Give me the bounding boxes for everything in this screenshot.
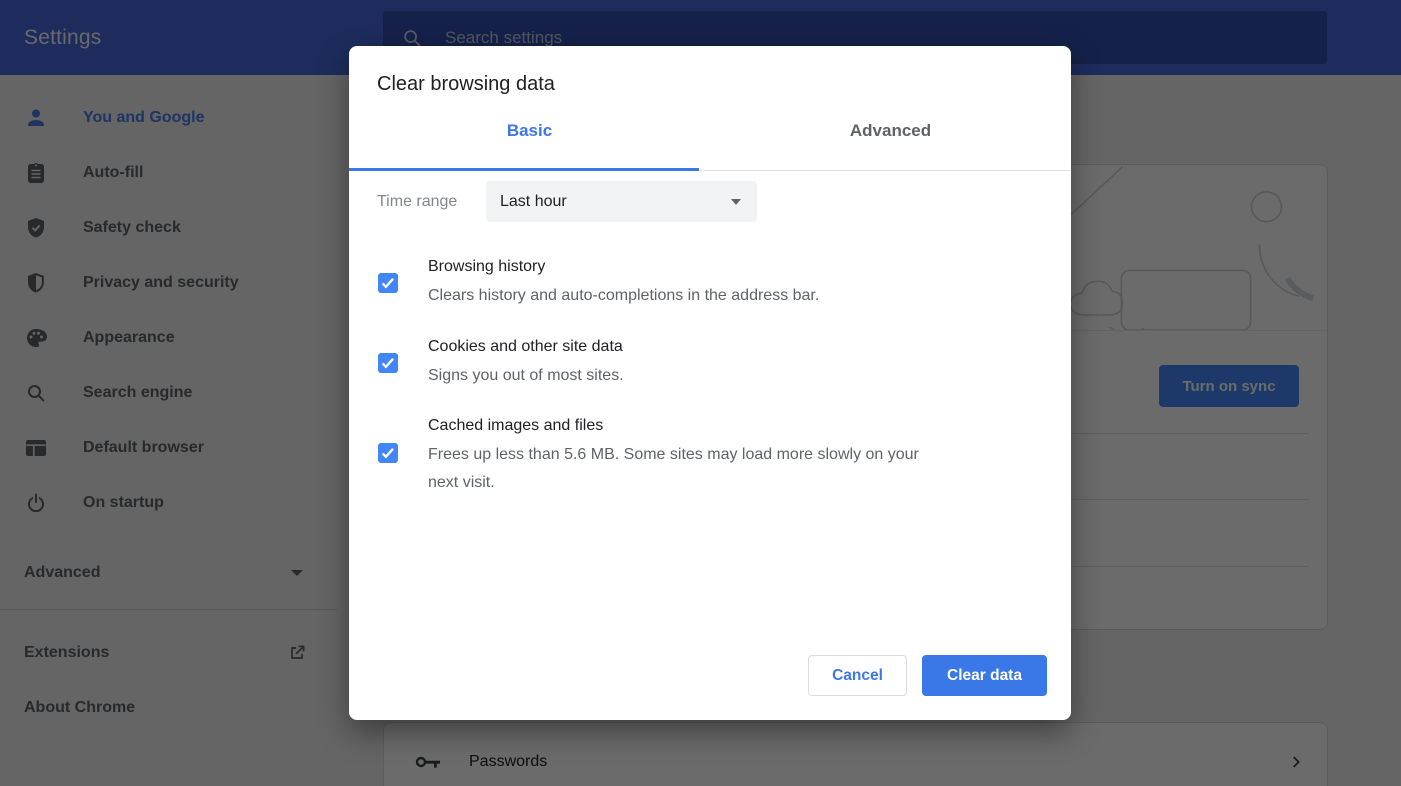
checkbox-description: Frees up less than 5.6 MB. Some sites ma… <box>428 446 919 491</box>
checkbox-title: Browsing history <box>428 258 546 275</box>
checkbox-description: Signs you out of most sites. <box>428 367 624 384</box>
browsing-history-row: Browsing history Clears history and auto… <box>377 255 1043 310</box>
dialog-title: Clear browsing data <box>377 73 555 95</box>
checkbox-title: Cached images and files <box>428 417 604 434</box>
time-range-label: Time range <box>377 192 458 210</box>
chrome-settings-page: Settings You and Google Auto-fill Safe <box>0 0 1401 786</box>
tab-advanced[interactable]: Advanced <box>710 110 1071 170</box>
cached-images-checkbox[interactable] <box>378 443 398 463</box>
dialog-buttons: Cancel Clear data <box>808 655 1047 696</box>
time-range-value: Last hour <box>500 192 567 210</box>
clear-data-button[interactable]: Clear data <box>922 655 1047 696</box>
checkbox-description: Clears history and auto-completions in t… <box>428 287 820 304</box>
cached-images-row: Cached images and files Frees up less th… <box>377 414 1043 497</box>
dropdown-caret-icon <box>731 198 741 205</box>
time-range-select[interactable]: Last hour <box>486 181 757 222</box>
cookies-checkbox[interactable] <box>378 353 398 373</box>
tab-basic-label: Basic <box>506 121 553 140</box>
browsing-history-checkbox[interactable] <box>378 273 398 293</box>
time-range-row: Time range Last hour <box>377 181 757 222</box>
tab-advanced-label: Advanced <box>849 121 932 140</box>
cookies-row: Cookies and other site data Signs you ou… <box>377 335 1043 390</box>
tab-basic[interactable]: Basic <box>349 110 710 171</box>
cancel-button[interactable]: Cancel <box>808 655 907 696</box>
checkbox-title: Cookies and other site data <box>428 338 623 355</box>
clear-browsing-data-dialog: Clear browsing data Basic Advanced Time … <box>349 46 1071 720</box>
dialog-tabs: Basic Advanced <box>349 110 1071 171</box>
